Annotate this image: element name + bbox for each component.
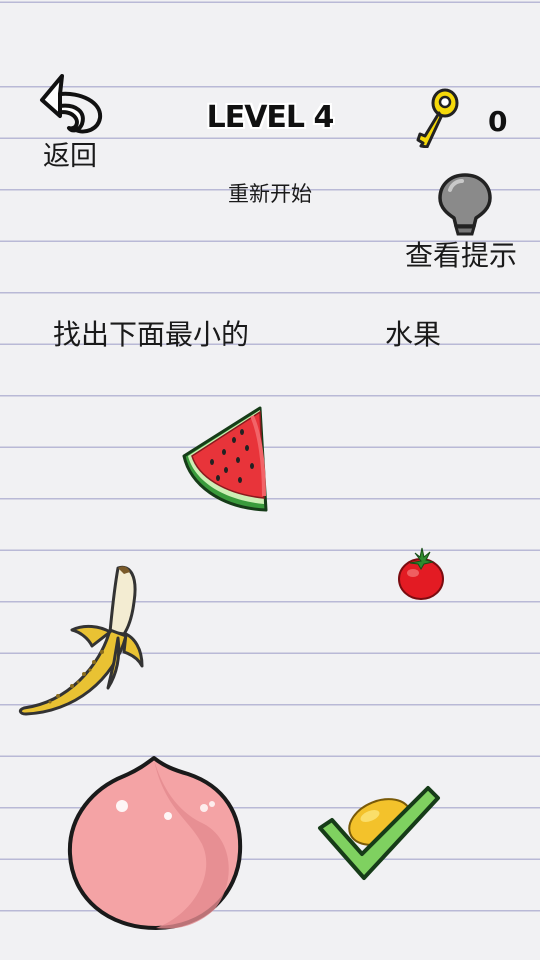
hint-label: 查看提示 bbox=[405, 239, 518, 272]
tomato-fruit[interactable] bbox=[395, 545, 447, 603]
checkmark-icon bbox=[310, 780, 446, 886]
question-text-fruit: 水果 bbox=[385, 318, 442, 351]
banana-icon bbox=[18, 565, 144, 716]
question-text: 找出下面最小的 bbox=[53, 318, 250, 351]
key-icon bbox=[412, 86, 462, 148]
peach-icon bbox=[67, 756, 243, 930]
back-label: 返回 bbox=[43, 141, 97, 172]
tomato-icon bbox=[398, 547, 444, 600]
banana-fruit[interactable] bbox=[14, 562, 148, 718]
hint-button[interactable] bbox=[436, 172, 494, 240]
watermelon-fruit[interactable] bbox=[180, 404, 272, 518]
lightbulb-icon bbox=[438, 173, 492, 236]
watermelon-icon bbox=[182, 406, 268, 512]
peach-fruit[interactable] bbox=[64, 754, 246, 934]
key-count: 0 bbox=[488, 105, 508, 138]
